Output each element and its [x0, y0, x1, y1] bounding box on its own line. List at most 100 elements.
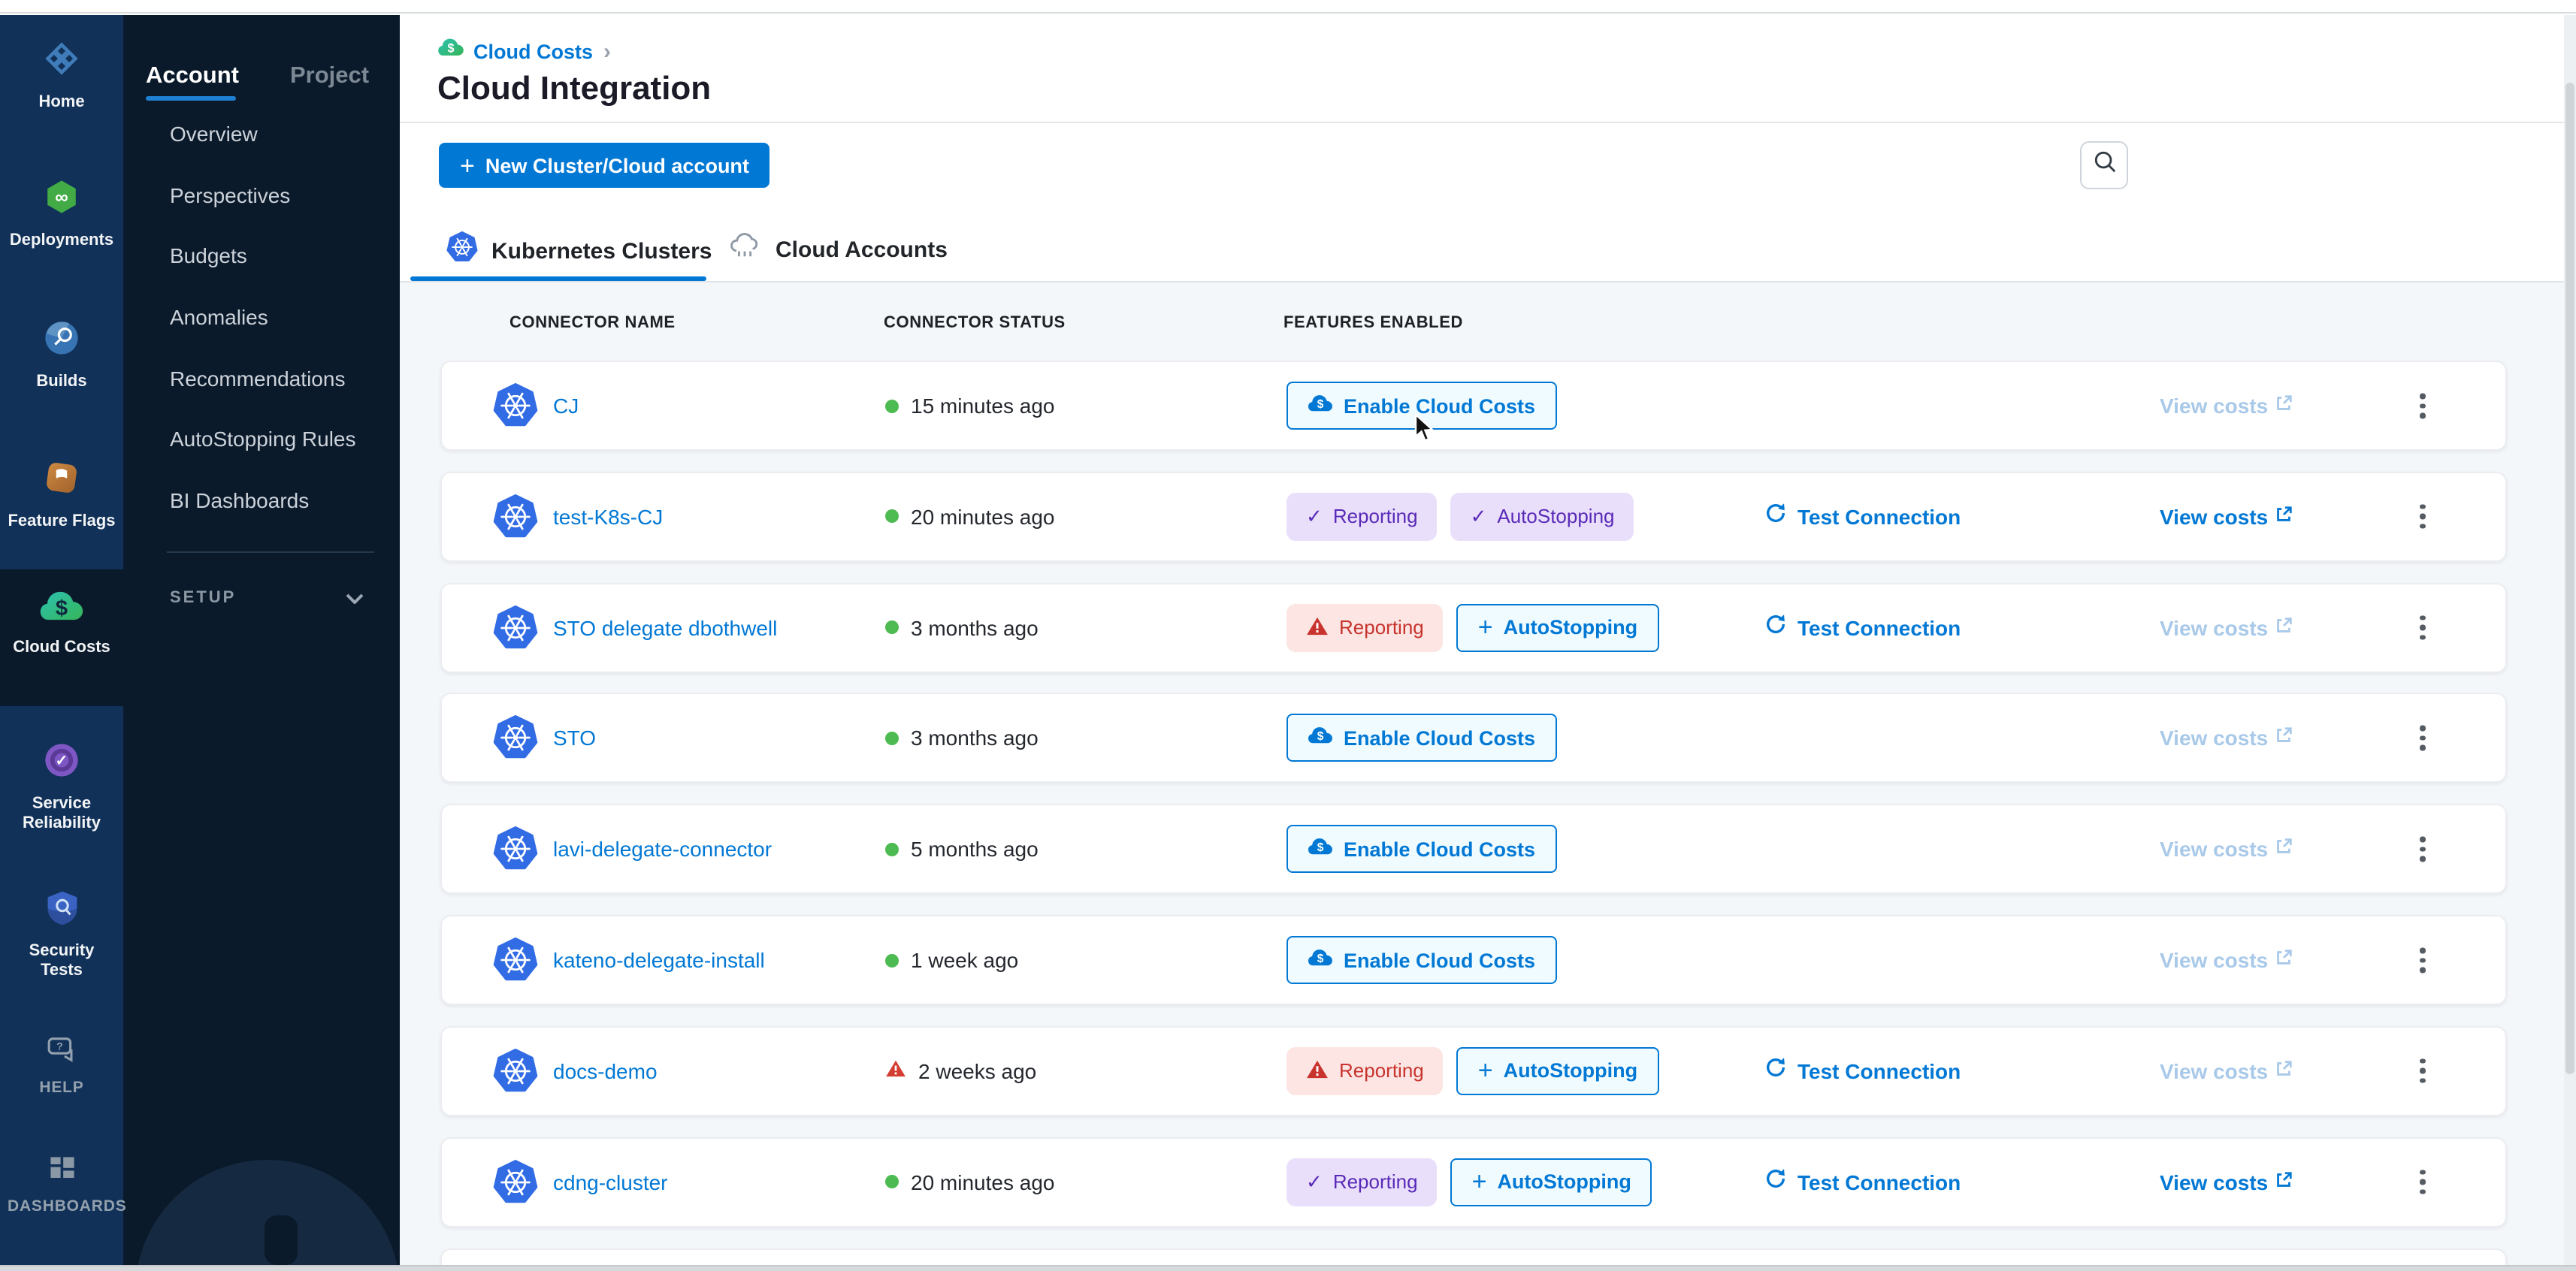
add-autostopping-button[interactable]: +AutoStopping — [1451, 1158, 1652, 1206]
main-content: $ Cloud Costs › Cloud Integration + New … — [400, 15, 2564, 1271]
enable-cloud-costs-button[interactable]: $Enable Cloud Costs — [1286, 936, 1556, 984]
connector-name-link[interactable]: lavi-delegate-connector — [553, 837, 772, 861]
sidebar-item-service-reliability[interactable]: ✓ Service Reliability — [0, 741, 123, 834]
row-menu-button[interactable] — [2411, 606, 2434, 649]
row-menu-button[interactable] — [2411, 385, 2434, 427]
kubernetes-icon — [493, 494, 538, 539]
kubernetes-icon — [493, 937, 538, 983]
sidebar-item-home[interactable]: Home — [0, 39, 123, 113]
svg-text:$: $ — [56, 596, 68, 620]
view-costs-link[interactable]: View costs — [2160, 1170, 2293, 1194]
header-divider — [400, 122, 2564, 123]
table-row: STO delegate dbothwell3 months agoReport… — [440, 582, 2507, 672]
features-cell: ✓Reporting+AutoStopping — [1286, 1158, 1652, 1206]
kubernetes-icon — [493, 1159, 538, 1204]
connector-name-link[interactable]: test-K8s-CJ — [553, 505, 663, 529]
scope-tab-project[interactable]: Project — [290, 63, 369, 90]
setup-section-toggle[interactable]: SETUP — [170, 584, 364, 611]
row-menu-button[interactable] — [2411, 1161, 2434, 1203]
view-costs-link[interactable]: View costs — [2160, 948, 2293, 972]
breadcrumb[interactable]: $ Cloud Costs › — [437, 38, 611, 65]
view-costs-link[interactable]: View costs — [2160, 837, 2293, 861]
row-menu-button[interactable] — [2411, 1049, 2434, 1092]
table-row: test-K8s-CJ20 minutes ago✓Reporting✓Auto… — [440, 472, 2507, 562]
sidebar-item-security-tests[interactable]: Security Tests — [0, 889, 123, 981]
row-menu-button[interactable] — [2411, 495, 2434, 538]
row-menu-button[interactable] — [2411, 939, 2434, 982]
reporting-status-badge: Reporting — [1286, 1047, 1444, 1095]
svg-text:$: $ — [1317, 842, 1324, 855]
table-row: lavi-delegate-connector5 months ago$Enab… — [440, 804, 2507, 894]
view-costs-link[interactable]: View costs — [2160, 726, 2293, 750]
vertical-scrollbar-thumb[interactable] — [2565, 83, 2574, 1074]
external-link-icon — [2274, 1059, 2293, 1083]
enable-cloud-costs-button[interactable]: $Enable Cloud Costs — [1286, 714, 1556, 762]
cloud-dollar-icon: $ — [1308, 948, 1333, 972]
kubernetes-icon — [493, 1049, 538, 1094]
home-icon — [42, 39, 81, 86]
nav-item-recommendations[interactable]: Recommendations — [170, 367, 345, 391]
sidebar-item-deployments[interactable]: ∞ Deployments — [0, 177, 123, 251]
table-row: kateno-delegate-install1 week ago$Enable… — [440, 915, 2507, 1005]
nav-item-budgets[interactable]: Budgets — [170, 243, 247, 267]
connector-name-link[interactable]: STO — [553, 726, 596, 750]
column-header-features-enabled: FEATURES ENABLED — [1283, 314, 1463, 332]
feature-flags-icon — [42, 458, 81, 505]
svg-text:$: $ — [1317, 952, 1324, 965]
view-costs-link[interactable]: View costs — [2160, 505, 2293, 529]
connector-name-link[interactable]: STO delegate dbothwell — [553, 615, 777, 639]
nav-item-autostopping-rules[interactable]: AutoStopping Rules — [170, 427, 356, 451]
enable-cloud-costs-button[interactable]: $Enable Cloud Costs — [1286, 825, 1556, 873]
breadcrumb-separator: › — [603, 38, 611, 64]
status-ok-dot — [885, 399, 899, 412]
nav-item-bi-dashboards[interactable]: BI Dashboards — [170, 488, 309, 512]
sidebar-item-label: Home — [8, 93, 116, 113]
connector-status: 15 minutes ago — [885, 394, 1054, 418]
view-costs-link[interactable]: View costs — [2160, 1059, 2293, 1083]
reporting-status-badge: ✓Reporting — [1286, 493, 1438, 541]
row-menu-button[interactable] — [2411, 717, 2434, 759]
autostopping-status-badge: ✓AutoStopping — [1451, 493, 1634, 541]
vertical-scrollbar[interactable] — [2564, 15, 2576, 1265]
view-costs-link[interactable]: View costs — [2160, 615, 2293, 639]
breadcrumb-cloud-costs[interactable]: Cloud Costs — [473, 40, 593, 62]
connector-name-link[interactable]: kateno-delegate-install — [553, 948, 765, 972]
cloud-costs-icon: $ — [39, 589, 84, 631]
sidebar-item-cloud-costs[interactable]: $ Cloud Costs — [0, 569, 123, 706]
enable-cloud-costs-button[interactable]: $Enable Cloud Costs — [1286, 382, 1556, 430]
horizontal-scrollbar[interactable] — [0, 1265, 2576, 1271]
scope-tab-account[interactable]: Account — [146, 63, 239, 90]
cloud-icon — [727, 231, 762, 267]
test-connection-link[interactable]: Test Connection — [1764, 1056, 1961, 1086]
nav-item-perspectives[interactable]: Perspectives — [170, 183, 290, 207]
deployments-icon: ∞ — [42, 177, 81, 224]
features-cell: $Enable Cloud Costs — [1286, 825, 1556, 873]
nav-item-anomalies[interactable]: Anomalies — [170, 305, 268, 329]
warning-icon — [1306, 615, 1329, 639]
sidebar-item-feature-flags[interactable]: Feature Flags — [0, 458, 123, 532]
test-connection-link[interactable]: Test Connection — [1764, 1167, 1961, 1197]
tab-cloud-accounts[interactable]: Cloud Accounts — [727, 231, 948, 267]
tab-kubernetes-clusters[interactable]: Kubernetes Clusters — [446, 231, 712, 270]
svg-text:?: ? — [56, 1041, 63, 1053]
row-menu-button[interactable] — [2411, 828, 2434, 871]
connector-name-link[interactable]: CJ — [553, 394, 579, 418]
sidebar-item-dashboards[interactable]: DASHBOARDS — [0, 1155, 123, 1217]
connector-name-link[interactable]: docs-demo — [553, 1059, 658, 1083]
svg-text:$: $ — [1317, 398, 1324, 411]
test-connection-link[interactable]: Test Connection — [1764, 502, 1961, 532]
sidebar-item-help[interactable]: ? HELP — [0, 1035, 123, 1098]
add-autostopping-button[interactable]: +AutoStopping — [1457, 603, 1658, 651]
view-costs-link[interactable]: View costs — [2160, 394, 2293, 418]
clusters-table: CONNECTOR NAME CONNECTOR STATUS FEATURES… — [400, 282, 2564, 1271]
add-autostopping-button[interactable]: +AutoStopping — [1457, 1047, 1658, 1095]
new-cluster-cloud-account-button[interactable]: + New Cluster/Cloud account — [439, 143, 770, 188]
test-connection-link[interactable]: Test Connection — [1764, 612, 1961, 642]
kubernetes-icon — [493, 826, 538, 871]
connector-name-link[interactable]: cdng-cluster — [553, 1170, 668, 1194]
search-button[interactable] — [2080, 141, 2128, 189]
search-icon — [2091, 149, 2117, 182]
nav-item-overview[interactable]: Overview — [170, 122, 258, 146]
sidebar-item-builds[interactable]: Builds — [0, 319, 123, 392]
refresh-icon — [1764, 1167, 1787, 1197]
